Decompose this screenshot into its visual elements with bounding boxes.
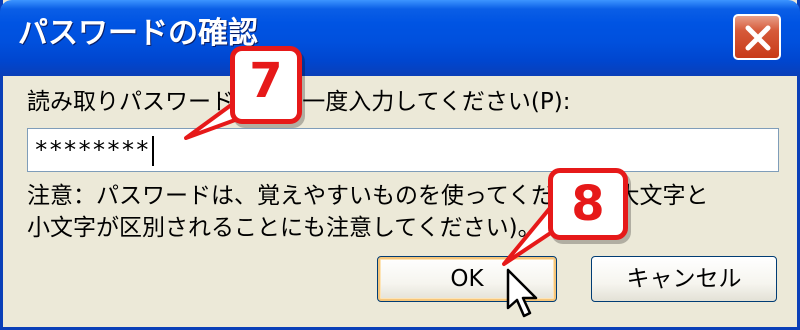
close-icon: [745, 25, 771, 51]
title-bar[interactable]: パスワードの確認: [0, 0, 800, 76]
close-button[interactable]: [733, 14, 781, 60]
password-input[interactable]: ********: [27, 128, 779, 172]
password-masked-value: ********: [34, 136, 150, 164]
window-title: パスワードの確認: [18, 16, 258, 51]
cancel-button[interactable]: キャンセル: [591, 256, 777, 302]
step-8-callout: 8: [548, 168, 628, 240]
password-confirm-dialog: パスワードの確認 読み取りパスワードをもう一度入力してください(P): ****…: [0, 0, 800, 330]
step-7-callout: 7: [230, 46, 302, 124]
text-caret: [151, 136, 154, 166]
mouse-pointer-icon: [506, 268, 538, 318]
